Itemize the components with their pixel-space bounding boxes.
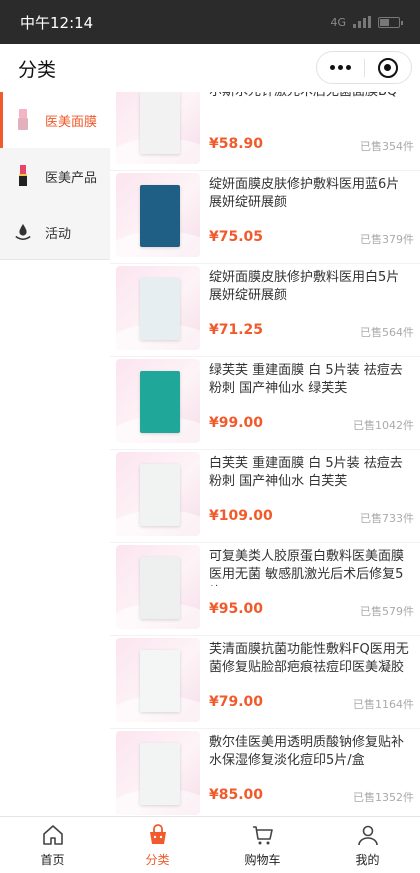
product-card[interactable]: 可复美类人胶原蛋白敷料医美面膜医用无菌 敏感肌激光后术后修复5片... ¥95.0…: [110, 543, 420, 636]
product-sold-count: 已售1352件: [353, 791, 414, 804]
product-price: ¥99.00: [209, 415, 264, 431]
product-price: ¥58.90: [209, 136, 264, 152]
product-info: 绽妍面膜皮肤修护敷料医用蓝6片 展妍绽研展颜 ¥75.05 已售379件: [200, 173, 420, 263]
product-title: 可复美类人胶原蛋白敷料医美面膜医用无菌 敏感肌激光后术后修复5片...: [209, 549, 405, 586]
product-info: 尔斯水光针激光术后无菌面膜BQ ¥58.90 已售354件: [200, 92, 420, 170]
product-title: 绽妍面膜皮肤修护敷料医用蓝6片 展妍绽研展颜: [209, 177, 400, 210]
category-sidebar: 医美面膜 医美产品 活动: [0, 92, 110, 260]
product-image: [116, 92, 200, 164]
sidebar-item-label: 医美面膜: [45, 114, 98, 130]
product-list: 尔斯水光针激光术后无菌面膜BQ ¥58.90 已售354件绽妍面膜皮肤修护敷料医用蓝…: [110, 92, 420, 816]
product-package: [140, 371, 180, 433]
tab-label: 我的: [355, 852, 380, 867]
tab-category[interactable]: 分类: [105, 817, 210, 873]
product-price: ¥109.00: [209, 508, 273, 524]
product-image: [116, 452, 200, 536]
product-sold-count: 已售733件: [360, 512, 414, 525]
product-package: [140, 278, 180, 340]
product-package: [140, 92, 180, 154]
tab-label: 分类: [145, 852, 170, 867]
sidebar-item-label: 活动: [45, 226, 72, 242]
product-image: [116, 638, 200, 722]
product-card[interactable]: 芙清面膜抗菌功能性敷料FQ医用无菌修复贴脸部疤痕祛痘印医美凝胶5... ¥79.0…: [110, 636, 420, 729]
more-button[interactable]: [317, 52, 364, 83]
network-label: 4G: [330, 15, 346, 29]
tab-label: 购物车: [244, 852, 281, 867]
lipstick-tube-icon: [14, 165, 32, 187]
product-price: ¥75.05: [209, 229, 264, 245]
close-miniprogram-button[interactable]: [365, 52, 412, 83]
product-title: 敷尔佳医美用透明质酸钠修复贴补水保湿修复淡化痘印5片/盒: [209, 735, 405, 768]
cart-icon: [252, 825, 273, 844]
user-icon: [357, 825, 378, 845]
product-title: 绿芙芙 重建面膜 白 5片装 祛痘去粉刺 国产神仙水 绿芙芙: [209, 363, 403, 396]
product-package: [140, 743, 180, 805]
product-image: [116, 266, 200, 350]
product-info: 敷尔佳医美用透明质酸钠修复贴补水保湿修复淡化痘印5片/盒 ¥85.00 已售1352…: [200, 731, 420, 816]
product-info: 绽妍面膜皮肤修护敷料医用白5片 展妍绽研展颜 ¥71.25 已售564件: [200, 266, 420, 356]
product-price: ¥79.00: [209, 694, 264, 710]
product-image: [116, 173, 200, 257]
product-card[interactable]: 绽妍面膜皮肤修护敷料医用蓝6片 展妍绽研展颜 ¥75.05 已售379件: [110, 171, 420, 264]
more-dots-icon: [329, 65, 351, 70]
product-price: ¥71.25: [209, 322, 264, 338]
tab-label: 首页: [40, 852, 65, 867]
sidebar-item-activity[interactable]: 活动: [0, 204, 110, 260]
product-info: 可复美类人胶原蛋白敷料医美面膜医用无菌 敏感肌激光后术后修复5片... ¥95.0…: [200, 545, 420, 635]
sidebar-item-mask[interactable]: 医美面膜: [0, 92, 110, 148]
tab-mine[interactable]: 我的: [315, 817, 420, 873]
product-card[interactable]: 白芙芙 重建面膜 白 5片装 祛痘去粉刺 国产神仙水 白芙芙 ¥109.00 已售7…: [110, 450, 420, 543]
bottom-tabbar: 首页 分类 购物车 我的: [0, 816, 420, 873]
signal-icon: [353, 16, 371, 28]
product-info: 绿芙芙 重建面膜 白 5片装 祛痘去粉刺 国产神仙水 绿芙芙 ¥99.00 已售10…: [200, 359, 420, 449]
sidebar-item-products[interactable]: 医美产品: [0, 148, 110, 204]
product-title: 绽妍面膜皮肤修护敷料医用白5片 展妍绽研展颜: [209, 270, 400, 303]
lipstick-icon: [14, 109, 32, 131]
tab-cart[interactable]: 购物车: [210, 817, 315, 873]
miniprogram-capsule: [316, 51, 412, 84]
product-list-container[interactable]: 尔斯水光针激光术后无菌面膜BQ ¥58.90 已售354件绽妍面膜皮肤修护敷料医用蓝…: [110, 92, 420, 816]
target-icon: [377, 57, 398, 78]
status-icons: 4G: [330, 15, 403, 29]
product-sold-count: 已售564件: [360, 326, 414, 339]
product-sold-count: 已售1164件: [353, 698, 414, 711]
product-card[interactable]: 尔斯水光针激光术后无菌面膜BQ ¥58.90 已售354件: [110, 92, 420, 171]
product-title: 尔斯水光针激光术后无菌面膜BQ: [209, 92, 414, 121]
battery-icon: [378, 16, 403, 28]
header: 分类: [0, 44, 420, 92]
product-price: ¥85.00: [209, 787, 264, 803]
status-bar: 中午12:14 4G: [0, 0, 420, 44]
product-title: 白芙芙 重建面膜 白 5片装 祛痘去粉刺 国产神仙水 白芙芙: [209, 456, 403, 489]
product-sold-count: 已售1042件: [353, 419, 414, 432]
product-sold-count: 已售579件: [360, 605, 414, 618]
product-info: 白芙芙 重建面膜 白 5片装 祛痘去粉刺 国产神仙水 白芙芙 ¥109.00 已售7…: [200, 452, 420, 542]
product-card[interactable]: 绽妍面膜皮肤修护敷料医用白5片 展妍绽研展颜 ¥71.25 已售564件: [110, 264, 420, 357]
product-price: ¥95.00: [209, 601, 264, 617]
product-package: [140, 557, 180, 619]
product-card[interactable]: 敷尔佳医美用透明质酸钠修复贴补水保湿修复淡化痘印5片/盒 ¥85.00 已售1352…: [110, 729, 420, 816]
product-image: [116, 545, 200, 629]
sidebar-empty-area: [0, 260, 110, 816]
product-info: 芙清面膜抗菌功能性敷料FQ医用无菌修复贴脸部疤痕祛痘印医美凝胶5... ¥79.0…: [200, 638, 420, 728]
product-image: [116, 731, 200, 815]
sidebar-item-label: 医美产品: [45, 170, 98, 186]
tab-home[interactable]: 首页: [0, 817, 105, 873]
home-icon: [42, 824, 63, 845]
product-package: [140, 650, 180, 712]
water-drop-icon: [14, 221, 32, 243]
shopping-bag-icon: [149, 823, 166, 844]
product-sold-count: 已售354件: [360, 140, 414, 153]
product-sold-count: 已售379件: [360, 233, 414, 246]
product-package: [140, 185, 180, 247]
product-package: [140, 464, 180, 526]
status-time: 中午12:14: [20, 13, 94, 32]
product-card[interactable]: 绿芙芙 重建面膜 白 5片装 祛痘去粉刺 国产神仙水 绿芙芙 ¥99.00 已售10…: [110, 357, 420, 450]
product-image: [116, 359, 200, 443]
product-title: 芙清面膜抗菌功能性敷料FQ医用无菌修复贴脸部疤痕祛痘印医美凝胶5...: [209, 642, 409, 679]
